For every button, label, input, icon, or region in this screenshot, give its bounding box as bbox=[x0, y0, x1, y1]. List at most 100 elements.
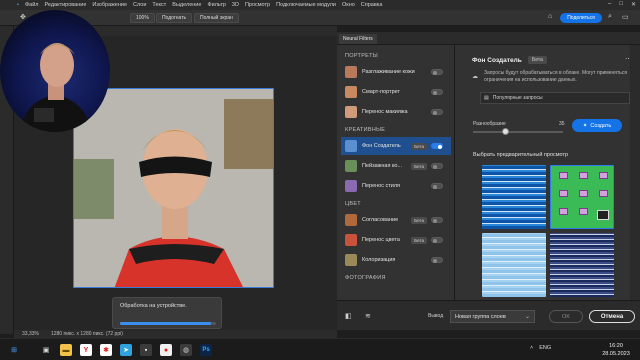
layers-icon[interactable]: ≋ bbox=[365, 312, 371, 320]
filter-item[interactable]: Перенос макияжа bbox=[341, 103, 451, 121]
menu-item[interactable]: Окно bbox=[339, 2, 358, 8]
menu-item[interactable]: Просмотр bbox=[242, 2, 273, 8]
canvas-image[interactable] bbox=[73, 88, 274, 288]
telegram-icon[interactable]: ➤ bbox=[120, 344, 132, 356]
variety-slider-knob[interactable] bbox=[501, 128, 509, 135]
photoshop-logo-icon: ▪ bbox=[17, 2, 19, 8]
filter-item[interactable]: Смарт-портрет bbox=[341, 83, 451, 101]
filter-label: Пейзажная ко... bbox=[362, 163, 403, 169]
yandex-music-icon[interactable]: ✱ bbox=[100, 344, 112, 356]
filter-label: Фон Создатель bbox=[362, 143, 401, 149]
filter-thumbnail bbox=[345, 214, 357, 226]
filter-thumbnail bbox=[345, 254, 357, 266]
close-icon[interactable]: ✕ bbox=[631, 1, 636, 8]
filter-thumbnail bbox=[345, 140, 357, 152]
pattern-tile bbox=[579, 190, 588, 197]
clock-time: 16:20 bbox=[609, 343, 623, 349]
filter-toggle[interactable] bbox=[431, 163, 443, 169]
menu-item[interactable]: Изображение bbox=[89, 2, 130, 8]
zoom-100-button[interactable]: 100% bbox=[130, 13, 155, 23]
menu-item[interactable]: Редактирование bbox=[41, 2, 89, 8]
menu-item[interactable]: Фильтр bbox=[204, 2, 228, 8]
filter-item[interactable]: Согласование Бета bbox=[341, 211, 451, 229]
portrait-photo bbox=[74, 89, 273, 287]
preview-thumbnail[interactable] bbox=[482, 165, 546, 229]
filter-toggle[interactable] bbox=[431, 143, 443, 149]
filter-item[interactable]: Колоризация bbox=[341, 251, 451, 269]
maximize-icon[interactable]: □ bbox=[619, 1, 623, 8]
filter-label: Перенос стиля bbox=[362, 183, 401, 189]
chevron-up-icon[interactable]: ˄ bbox=[530, 345, 533, 351]
filter-toggle[interactable] bbox=[431, 257, 443, 263]
filter-toggle[interactable] bbox=[431, 217, 443, 223]
filter-toggle[interactable] bbox=[431, 89, 443, 95]
menu-item[interactable]: Подключаемые модули bbox=[273, 2, 339, 8]
minimize-icon[interactable]: – bbox=[608, 1, 611, 8]
filter-toggle[interactable] bbox=[431, 69, 443, 75]
share-button[interactable]: Поделиться bbox=[560, 13, 602, 23]
app-icon[interactable]: ◍ bbox=[180, 344, 192, 356]
menu-item[interactable]: Текст bbox=[149, 2, 169, 8]
filter-item[interactable]: Фон Создатель Бета bbox=[341, 137, 451, 155]
filter-list: ПОРТРЕТЫ Разглаживание кожи Смарт-портрет П… bbox=[337, 45, 455, 300]
section-heading: ФОТОГРАФИЯ bbox=[345, 275, 386, 281]
menu-item[interactable]: Файл bbox=[22, 2, 42, 8]
cancel-button[interactable]: Отмена bbox=[589, 310, 635, 323]
file-explorer-icon[interactable]: ▬ bbox=[60, 344, 72, 356]
preview-thumbnail[interactable] bbox=[550, 233, 614, 297]
windows-start-icon[interactable]: ⊞ bbox=[8, 344, 20, 356]
filter-toggle[interactable] bbox=[431, 183, 443, 189]
popular-queries-button[interactable]: ▤ Популярные запросы bbox=[480, 92, 630, 104]
section-heading: ЦВЕТ bbox=[345, 201, 361, 207]
neural-filters-tab[interactable]: Neural Filters bbox=[339, 34, 377, 44]
photoshop-icon[interactable]: Ps bbox=[200, 344, 212, 356]
cloud-icon: ☁ bbox=[472, 74, 478, 80]
pattern-tile bbox=[559, 208, 568, 215]
neural-filters-footer: ◧ ≋ Вывод Новая группа слоев ⌄ OK Отмена bbox=[337, 300, 640, 330]
create-button[interactable]: ✦ Создать bbox=[572, 119, 622, 132]
zoom-readout[interactable]: 33,33% bbox=[22, 331, 39, 337]
beta-badge: Бета bbox=[411, 236, 427, 244]
filter-thumbnail bbox=[345, 234, 357, 246]
workspace-icon[interactable]: ▭ bbox=[622, 13, 629, 21]
menu-item[interactable]: Выделение bbox=[169, 2, 204, 8]
filter-item[interactable]: Перенос цвета Бета bbox=[341, 231, 451, 249]
fit-screen-button[interactable]: Подогнать bbox=[156, 13, 193, 23]
window-controls: – □ ✕ bbox=[608, 1, 636, 8]
ok-button[interactable]: OK bbox=[549, 310, 583, 323]
menu-item[interactable]: Справка bbox=[358, 2, 386, 8]
beta-badge: Бета bbox=[528, 56, 547, 64]
pattern-tile bbox=[579, 172, 588, 179]
output-select[interactable]: Новая группа слоев ⌄ bbox=[450, 310, 535, 323]
variety-slider[interactable] bbox=[473, 128, 563, 135]
search-icon[interactable]: ⌕ bbox=[608, 13, 612, 21]
filter-thumbnail bbox=[345, 86, 357, 98]
filter-thumbnail bbox=[345, 180, 357, 192]
options-bar: ✥ 100% Подогнать Полный экран ⌂ Поделить… bbox=[0, 10, 640, 26]
output-label: Вывод bbox=[428, 313, 444, 319]
compare-icon[interactable]: ◧ bbox=[345, 312, 352, 320]
sparkle-icon: ✦ bbox=[582, 122, 588, 129]
filter-toggle[interactable] bbox=[431, 237, 443, 243]
variety-value[interactable]: 35 bbox=[559, 121, 565, 127]
app-icon[interactable]: ▪ bbox=[140, 344, 152, 356]
fullscreen-button[interactable]: Полный экран bbox=[194, 13, 239, 23]
pattern-tile bbox=[559, 172, 568, 179]
clock[interactable]: 16:20 28.05.2023 bbox=[598, 342, 634, 358]
menu-item[interactable]: Слои bbox=[130, 2, 149, 8]
yandex-browser-icon[interactable]: Y bbox=[80, 344, 92, 356]
language-indicator[interactable]: ENG bbox=[539, 345, 551, 351]
home-icon[interactable]: ⌂ bbox=[548, 13, 552, 20]
preview-thumbnail[interactable] bbox=[550, 165, 614, 229]
filter-toggle[interactable] bbox=[431, 109, 443, 115]
beta-badge: Бета bbox=[411, 142, 427, 150]
filter-item[interactable]: Разглаживание кожи bbox=[341, 63, 451, 81]
record-icon[interactable]: ● bbox=[160, 344, 172, 356]
preview-thumbnail[interactable] bbox=[482, 233, 546, 297]
menu-item[interactable]: 3D bbox=[229, 2, 242, 8]
document-info[interactable]: 1280 пикс. x 1280 пикс. (72 ppi) bbox=[51, 331, 123, 337]
filter-item[interactable]: Перенос стиля bbox=[341, 177, 451, 195]
image-icon[interactable] bbox=[597, 210, 609, 220]
filter-item[interactable]: Пейзажная ко... Бета bbox=[341, 157, 451, 175]
task-view-icon[interactable]: ▣ bbox=[40, 344, 52, 356]
